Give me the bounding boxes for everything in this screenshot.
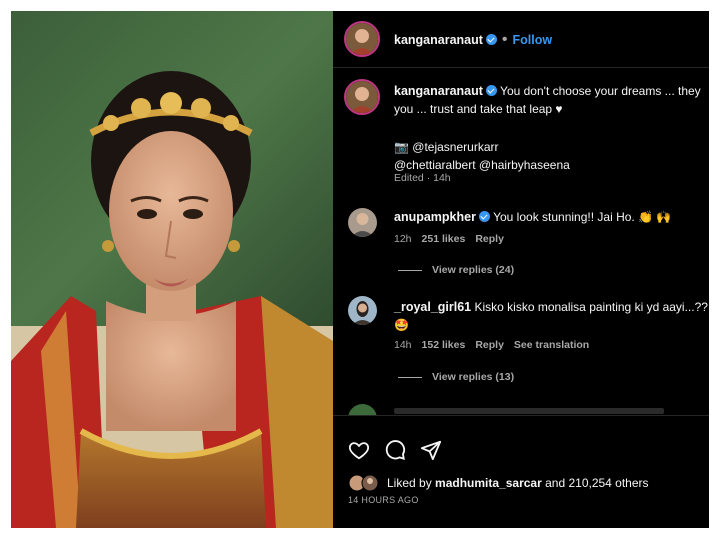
caption-avatar[interactable] — [344, 79, 380, 115]
divider-line — [398, 269, 422, 271]
caption-credits: 📷 @tejasnerurkarr @chettiaralbert @hairb… — [394, 138, 570, 174]
comment-3-cut — [394, 408, 664, 414]
comment-1-time: 12h — [394, 233, 412, 245]
comment-avatar[interactable] — [348, 208, 377, 237]
caption-text: kanganaranaut You don't choose your drea… — [394, 82, 709, 118]
heart-icon[interactable] — [348, 439, 370, 466]
verified-badge-icon — [478, 211, 490, 222]
caption-edited: Edited · 14h — [394, 172, 451, 184]
comment-1-username[interactable]: anupampkher — [394, 210, 476, 224]
liked-by-avatars[interactable] — [348, 474, 382, 492]
comment-2-time: 14h — [394, 339, 412, 351]
comment-1-likes[interactable]: 251 likes — [422, 233, 466, 245]
comment-2-likes[interactable]: 152 likes — [422, 339, 466, 351]
instagram-post-modal: kanganaranaut • Follow kanganaranaut You d… — [11, 11, 709, 528]
avatar-image — [348, 296, 377, 325]
verified-badge-icon — [485, 34, 497, 45]
post-header: kanganaranaut • Follow — [333, 11, 709, 68]
credit-line-1[interactable]: 📷 @tejasnerurkarr — [394, 140, 498, 154]
view-replies-label: View replies (13) — [432, 371, 515, 383]
divider-line — [398, 376, 422, 378]
caption-line-1: You don't choose your dreams ... they — [500, 84, 701, 98]
share-icon[interactable] — [420, 439, 442, 466]
separator-dot: • — [501, 31, 508, 48]
comment-2-see-translation[interactable]: See translation — [514, 339, 589, 351]
comment-2-username[interactable]: _royal_girl61 — [394, 300, 471, 314]
comment-2-view-replies[interactable]: View replies (13) — [398, 371, 514, 383]
liked-by-suffix[interactable]: and 210,254 others — [545, 476, 648, 490]
post-actions: Liked by madhumita_sarcar and 210,254 ot… — [333, 415, 709, 528]
avatar-image — [346, 81, 378, 113]
liked-by-text: Liked by madhumita_sarcar and 210,254 ot… — [387, 476, 649, 490]
comment-2-reply[interactable]: Reply — [475, 339, 504, 351]
view-replies-label: View replies (24) — [432, 264, 515, 276]
verified-badge-icon — [485, 85, 497, 96]
comment-1-meta: 12h 251 likes Reply — [394, 233, 514, 245]
post-timestamp[interactable]: 14 HOURS AGO — [348, 495, 419, 505]
liked-by-user[interactable]: madhumita_sarcar — [435, 476, 542, 490]
header-username[interactable]: kanganaranaut — [394, 33, 483, 47]
header-user-line: kanganaranaut • Follow — [394, 31, 552, 49]
comment-1: anupampkher You look stunning!! Jai Ho. … — [394, 208, 671, 226]
comment-icon[interactable] — [384, 439, 406, 466]
follow-button[interactable]: Follow — [513, 33, 553, 47]
comment-2: _royal_girl61 Kisko kisko monalisa paint… — [394, 298, 709, 334]
comment-avatar[interactable] — [348, 296, 377, 325]
comment-1-view-replies[interactable]: View replies (24) — [398, 264, 514, 276]
credit-line-2[interactable]: @chettiaralbert @hairbyhaseena — [394, 158, 570, 172]
caption-line-2: you ... trust and take that leap ♥ — [394, 102, 563, 116]
post-side-panel: kanganaranaut • Follow kanganaranaut You d… — [333, 11, 709, 528]
comment-2-text-line2: 🤩 — [394, 318, 409, 332]
caption-username[interactable]: kanganaranaut — [394, 84, 483, 98]
comment-1-text: You look stunning!! Jai Ho. 👏 🙌 — [493, 210, 672, 224]
comment-1-reply[interactable]: Reply — [475, 233, 504, 245]
comment-2-text: Kisko kisko monalisa painting ki yd aayi… — [474, 300, 708, 314]
avatar-image — [348, 208, 377, 237]
comment-2-meta: 14h 152 likes Reply See translation — [394, 339, 599, 351]
author-avatar[interactable] — [344, 21, 380, 57]
post-photo[interactable] — [11, 11, 333, 528]
avatar-image — [346, 23, 378, 55]
liked-by-prefix: Liked by — [387, 476, 432, 490]
